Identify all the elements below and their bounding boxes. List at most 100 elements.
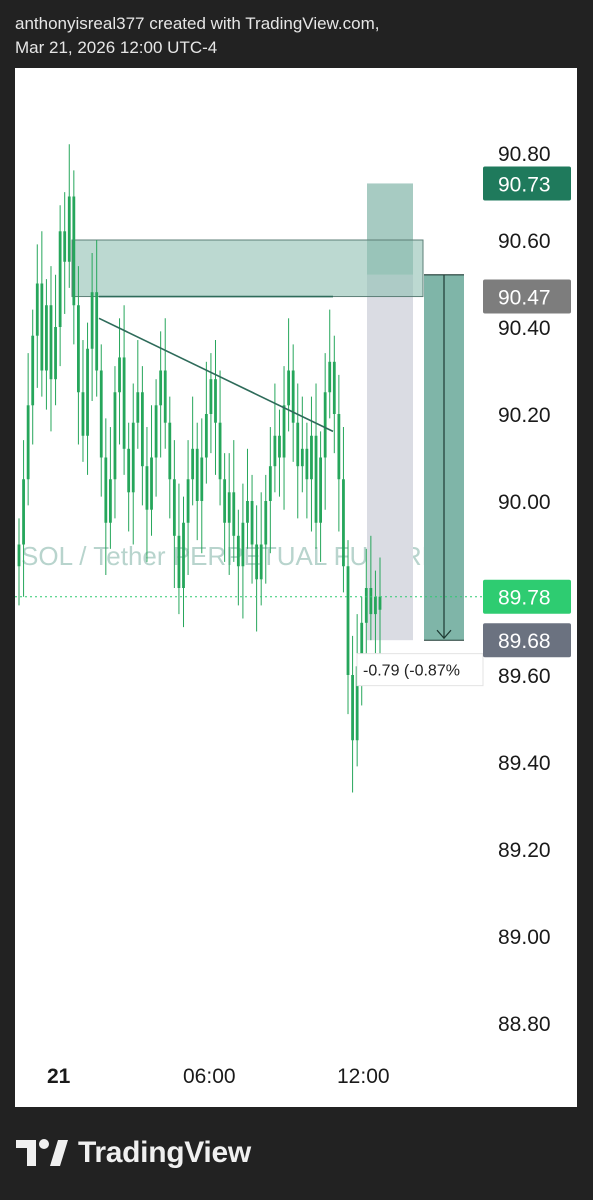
- candle-body: [182, 522, 185, 588]
- candle-body: [95, 292, 99, 371]
- candle-body: [351, 675, 354, 741]
- candle-body: [122, 357, 126, 449]
- footer-brand: TradingView: [16, 1136, 251, 1170]
- range-box-neutral: [367, 274, 413, 641]
- candle-body: [131, 422, 135, 493]
- candle-body: [268, 466, 272, 501]
- candle-body: [241, 522, 245, 567]
- y-tick-label: 90.00: [498, 491, 551, 514]
- candle-body: [191, 448, 195, 480]
- y-tick-label: 88.80: [498, 1013, 551, 1036]
- y-tick-label: 89.20: [498, 839, 551, 862]
- candle-body: [250, 501, 254, 545]
- candle-body: [200, 457, 204, 501]
- candle-body: [346, 566, 350, 675]
- candle-body: [300, 448, 304, 467]
- candle-body: [278, 435, 281, 458]
- candle-body: [195, 448, 199, 501]
- chart-panel[interactable]: SOL / Tether PERPETUAL FUTURES -0.79 (-0.…: [15, 68, 577, 1107]
- price-label: 89.78: [498, 587, 551, 610]
- candle-body: [58, 231, 62, 327]
- candle-body: [168, 422, 172, 480]
- candle-body: [342, 479, 345, 567]
- candle-body: [86, 348, 89, 436]
- candle-body: [35, 283, 39, 336]
- candle-body: [31, 335, 35, 406]
- x-tick-label: 06:00: [183, 1065, 236, 1088]
- candle-body: [310, 435, 313, 480]
- candle-body: [332, 361, 336, 414]
- candle-body: [259, 544, 263, 580]
- candle-body: [26, 405, 30, 480]
- candle-body: [177, 535, 181, 588]
- candle-body: [264, 501, 268, 545]
- supply-zone: [71, 239, 424, 298]
- candle-body: [296, 422, 300, 467]
- candle-body: [45, 305, 48, 371]
- candle-body: [150, 457, 153, 510]
- y-tick-label: 90.60: [498, 230, 551, 253]
- candle-body: [72, 196, 76, 306]
- y-tick-label: 90.80: [498, 143, 551, 166]
- price-label: 90.47: [498, 287, 551, 310]
- candle-body: [140, 392, 144, 467]
- candle-body: [145, 466, 149, 510]
- y-tick-label: 89.40: [498, 752, 551, 775]
- candle-body: [337, 414, 341, 480]
- footer-brand-name: TradingView: [78, 1136, 251, 1169]
- y-tick-label: 89.00: [498, 926, 551, 949]
- candle-body: [314, 435, 318, 523]
- price-label: 89.68: [498, 630, 551, 653]
- candle-body: [369, 588, 373, 615]
- price-label: 90.73: [498, 173, 551, 196]
- candle-body: [236, 535, 240, 567]
- candle-body: [77, 305, 80, 393]
- candle-body: [108, 479, 112, 523]
- tradingview-logo-icon: [16, 1139, 68, 1166]
- x-tick-label: 21: [47, 1065, 71, 1088]
- candle-body: [163, 370, 167, 423]
- candle-body: [282, 405, 286, 458]
- candle-body: [328, 361, 332, 393]
- candle-body: [54, 327, 57, 380]
- candle-body: [63, 231, 67, 262]
- candle-body: [287, 370, 291, 406]
- candle-body: [22, 479, 25, 545]
- candle-body: [113, 392, 117, 480]
- x-tick-label: 12:00: [337, 1065, 390, 1088]
- candle-body: [136, 392, 140, 423]
- candle-body: [319, 457, 322, 523]
- candle-body: [90, 292, 94, 349]
- candle-body: [17, 544, 21, 567]
- candle-body: [378, 596, 382, 610]
- price-chart[interactable]: SOL / Tether PERPETUAL FUTURES-0.79 (-0.…: [15, 68, 577, 1107]
- candle-body: [291, 370, 295, 423]
- candle-body: [67, 196, 71, 262]
- candle-body: [323, 392, 327, 458]
- candle-body: [232, 492, 236, 536]
- candle-body: [99, 370, 103, 458]
- measure-label: -0.79 (-0.87%: [363, 663, 460, 680]
- candle-body: [214, 379, 217, 423]
- candle-body: [186, 479, 190, 523]
- candle-body: [40, 283, 44, 371]
- candle-body: [159, 370, 163, 406]
- candle-body: [305, 448, 309, 480]
- candle-body: [364, 588, 368, 623]
- candle-body: [118, 357, 121, 393]
- candle-body: [127, 448, 131, 493]
- candle-body: [218, 422, 222, 480]
- candle-body: [255, 544, 259, 580]
- candle-body: [374, 596, 377, 615]
- candle-body: [172, 479, 176, 536]
- y-tick-label: 90.20: [498, 404, 551, 427]
- candle-body: [246, 501, 249, 523]
- y-tick-label: 89.60: [498, 665, 551, 688]
- candle-body: [227, 492, 231, 523]
- candle-body: [81, 392, 85, 436]
- candle-body: [209, 379, 213, 414]
- y-tick-label: 90.40: [498, 317, 551, 340]
- attribution-author: anthonyisreal377 created with TradingVie…: [15, 14, 380, 33]
- candle-body: [273, 435, 277, 467]
- candle-body: [204, 414, 208, 458]
